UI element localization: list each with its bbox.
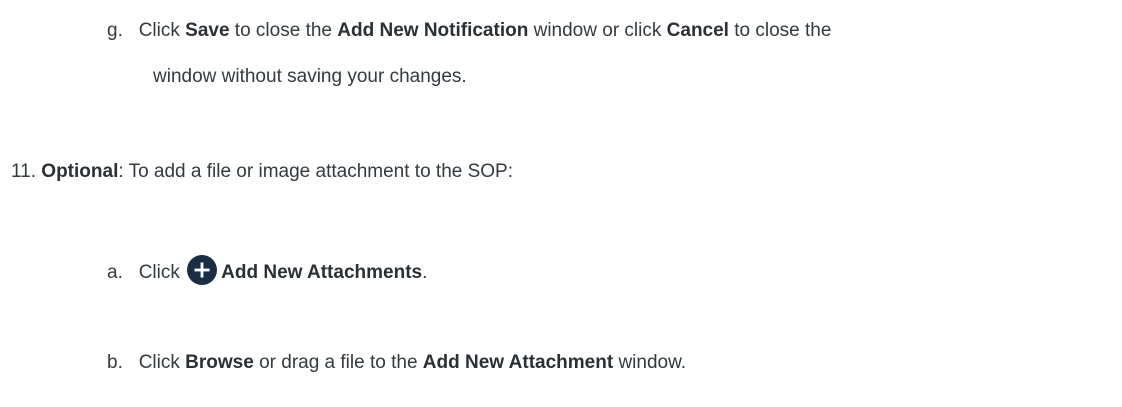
step-g-line-1: g. Click Save to close the Add New Notif…: [107, 19, 831, 43]
step-text: .: [422, 262, 428, 283]
step-text: : To add a file or image attachment to t…: [118, 161, 514, 182]
step-a-line: a. Click Add New Attachments.: [107, 255, 427, 285]
step-marker: 11.: [11, 161, 37, 182]
step-text: Click: [138, 20, 186, 41]
step-text: window.: [613, 352, 687, 373]
ui-term-save: Save: [185, 20, 230, 41]
ui-term-add-new-attachments: Add New Attachments: [221, 262, 423, 283]
step-g-line-2: window without saving your changes.: [153, 65, 467, 89]
step-text: to close the: [728, 20, 832, 41]
ui-term-browse: Browse: [185, 352, 254, 373]
step-text: Click: [138, 352, 186, 373]
ui-term-add-new-notification: Add New Notification: [337, 20, 529, 41]
step-text: window or click: [528, 20, 667, 41]
step-marker: a.: [107, 262, 123, 283]
optional-label: Optional: [41, 161, 119, 182]
step-11-line: 11. Optional: To add a file or image att…: [11, 160, 513, 184]
step-text: or drag a file to the: [253, 352, 423, 373]
step-b-line: b. Click Browse or drag a file to the Ad…: [107, 351, 686, 375]
step-text: Click: [138, 262, 186, 283]
ui-term-cancel: Cancel: [666, 20, 729, 41]
step-text: to close the: [229, 20, 338, 41]
step-text: window without saving your changes.: [153, 66, 467, 87]
step-marker: b.: [107, 352, 123, 373]
plus-circle-icon: [187, 255, 218, 285]
ui-term-add-new-attachment: Add New Attachment: [422, 352, 614, 373]
step-marker: g.: [107, 20, 123, 41]
